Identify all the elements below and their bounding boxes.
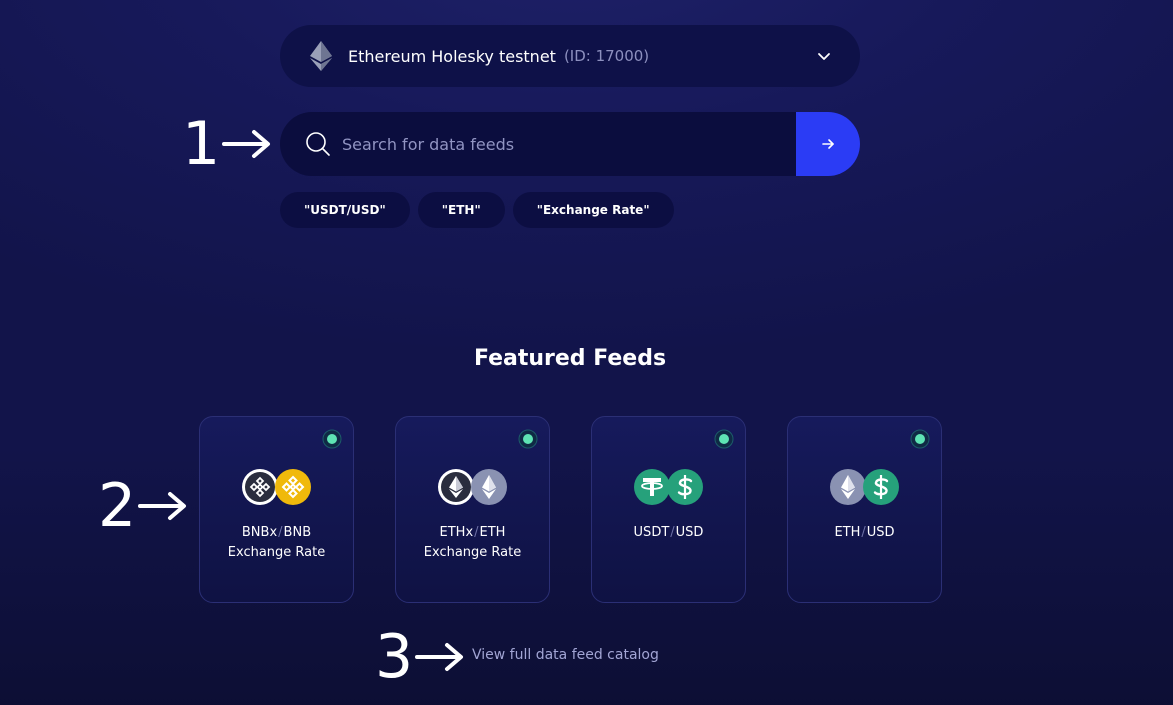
- status-online-icon: [910, 429, 930, 449]
- feed-card-title: BNBx/BNB Exchange Rate: [200, 523, 353, 563]
- search-suggestions: "USDT/USD" "ETH" "Exchange Rate": [280, 192, 674, 228]
- feed-card-ethx-eth[interactable]: ETHx/ETH Exchange Rate: [395, 416, 550, 603]
- status-online-icon: [518, 429, 538, 449]
- status-online-icon: [322, 429, 342, 449]
- feed-separator: /: [861, 525, 866, 540]
- annotation-number: 1: [182, 109, 221, 179]
- feed-card-title: ETHx/ETH Exchange Rate: [396, 523, 549, 563]
- annotation-number: 3: [375, 622, 414, 692]
- feed-card-eth-usd[interactable]: ETH/USD: [787, 416, 942, 603]
- featured-feeds-title: Featured Feeds: [473, 346, 667, 371]
- chevron-down-icon: [818, 53, 830, 60]
- search-icon: [306, 132, 330, 156]
- feed-base: ETH: [834, 525, 861, 540]
- feed-base: ETHx: [439, 525, 474, 540]
- usdt-icon: [634, 469, 670, 505]
- feed-quote: USD: [675, 525, 704, 540]
- feed-quote: BNB: [283, 525, 312, 540]
- suggestion-chip-usdt-usd[interactable]: "USDT/USD": [280, 192, 410, 228]
- annotation-2: 2: [98, 476, 188, 536]
- eth-icon: [471, 469, 507, 505]
- token-icons: [200, 469, 353, 505]
- feed-quote: ETH: [479, 525, 506, 540]
- status-online-icon: [714, 429, 734, 449]
- feed-card-bnbx-bnb[interactable]: BNBx/BNB Exchange Rate: [199, 416, 354, 603]
- annotation-3: 3: [375, 627, 465, 687]
- feed-subtitle: Exchange Rate: [423, 545, 522, 560]
- search-submit-button[interactable]: [796, 112, 860, 176]
- ethereum-icon: [310, 41, 332, 71]
- annotation-number: 2: [98, 471, 137, 541]
- arrow-right-icon: [415, 643, 464, 671]
- feed-separator: /: [278, 525, 283, 540]
- token-icons: [592, 469, 745, 505]
- feed-base: USDT: [633, 525, 670, 540]
- feed-base: BNBx: [241, 525, 278, 540]
- feed-separator: /: [670, 525, 675, 540]
- eth-icon: [830, 469, 866, 505]
- token-icons: [396, 469, 549, 505]
- feed-card-title: USDT/USD: [592, 523, 745, 543]
- network-selector[interactable]: Ethereum Holesky testnet (ID: 17000): [280, 25, 860, 87]
- annotation-1: 1: [182, 114, 272, 174]
- featured-feeds-list: BNBx/BNB Exchange Rate ETHx/ETH Exchange…: [199, 416, 942, 603]
- arrow-right-icon: [822, 139, 834, 149]
- feed-card-usdt-usd[interactable]: USDT/USD: [591, 416, 746, 603]
- bnb-icon: [275, 469, 311, 505]
- feed-subtitle: Exchange Rate: [227, 545, 326, 560]
- search-bar: [280, 112, 860, 176]
- network-id: (ID: 17000): [563, 47, 650, 65]
- network-name: Ethereum Holesky testnet: [348, 46, 556, 66]
- suggestion-chip-exchange-rate[interactable]: "Exchange Rate": [512, 192, 674, 228]
- bnbx-icon: [242, 469, 278, 505]
- feed-quote: USD: [866, 525, 895, 540]
- feed-separator: /: [474, 525, 479, 540]
- search-input[interactable]: [342, 112, 796, 176]
- arrow-right-icon: [222, 130, 271, 158]
- feed-card-title: ETH/USD: [788, 523, 941, 543]
- arrow-right-icon: [138, 492, 187, 520]
- ethx-icon: [438, 469, 474, 505]
- suggestion-chip-eth[interactable]: "ETH": [417, 192, 505, 228]
- token-icons: [788, 469, 941, 505]
- view-catalog-link[interactable]: View full data feed catalog: [472, 647, 659, 663]
- usd-icon: [863, 469, 899, 505]
- usd-icon: [667, 469, 703, 505]
